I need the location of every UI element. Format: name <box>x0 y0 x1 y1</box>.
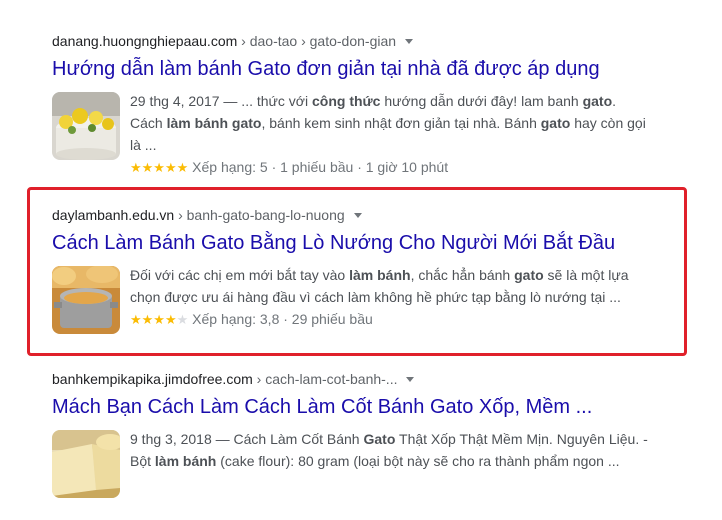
rating-row: ★★★★★ Xếp hạng: 3,8 · 29 phiếu bầu <box>130 308 682 331</box>
result-path: › banh-gato-bang-lo-nuong <box>174 207 345 223</box>
result-snippet: 29 thg 4, 2017 — ... thức với công thức … <box>130 90 682 156</box>
snippet-bold: công thức <box>311 93 381 109</box>
result-thumbnail[interactable] <box>52 92 120 160</box>
snippet-text: hướng dẫn dưới đây! lam banh <box>380 93 583 109</box>
snippet-text: là ... <box>130 137 157 153</box>
snippet-text: , bánh kem sinh nhật đơn giản tại nhà. B… <box>261 115 541 131</box>
snippet-bold: làm bánh <box>349 267 411 283</box>
snippet-text: Cách <box>130 115 167 131</box>
result-thumbnail[interactable] <box>52 430 120 498</box>
snippet-bold: Gato <box>363 431 396 447</box>
rating-stars: ★★★★★ <box>130 312 189 327</box>
result-breadcrumb[interactable]: banhkempikapika.jimdofree.com › cach-lam… <box>52 370 682 388</box>
snippet-text: Đối với các chị em mới bắt tay vào <box>130 267 350 283</box>
snippet-text: , chắc hẳn bánh <box>410 267 515 283</box>
snippet-bold: gato <box>540 115 571 131</box>
snippet-text: sẽ là một lựa <box>543 267 629 283</box>
snippet-bold: làm bánh gato <box>166 115 262 131</box>
snippet-text: 29 thg 4, 2017 — ... thức với <box>130 93 312 109</box>
result-title-link[interactable]: Hướng dẫn làm bánh Gato đơn giản tại nhà… <box>52 56 682 82</box>
snippet-text: Bột <box>130 453 155 469</box>
snippet-text: Thật Xốp Thật Mềm Mịn. Nguyên Liệu. - <box>395 431 648 447</box>
result-snippet: 9 thg 3, 2018 — Cách Làm Cốt Bánh Gato T… <box>130 428 682 472</box>
search-result-1: danang.huongnghiepaau.com › dao-tao › ga… <box>52 32 682 179</box>
result-title-link[interactable]: Cách Làm Bánh Gato Bằng Lò Nướng Cho Ngư… <box>52 230 682 256</box>
result-path: › cach-lam-cot-banh-... <box>252 371 398 387</box>
rating-text: Xếp hạng: 5 · 1 phiếu bầu · 1 giờ 10 phú… <box>192 159 449 175</box>
chevron-down-icon[interactable] <box>353 213 362 218</box>
search-result-3: banhkempikapika.jimdofree.com › cach-lam… <box>52 370 682 498</box>
result-breadcrumb[interactable]: daylambanh.edu.vn › banh-gato-bang-lo-nu… <box>52 206 682 224</box>
snippet-text: . <box>612 93 617 109</box>
snippet-text: chọn được ưu ái hàng đầu vì cách làm khô… <box>130 289 621 305</box>
snippet-bold: làm bánh <box>154 453 217 469</box>
snippet-text: 9 thg 3, 2018 — Cách Làm Cốt Bánh <box>130 431 364 447</box>
result-thumbnail[interactable] <box>52 266 120 334</box>
snippet-text: hay còn gọi <box>570 115 646 131</box>
result-path: › dao-tao › gato-don-gian <box>237 33 397 49</box>
chevron-down-icon[interactable] <box>406 377 415 382</box>
search-result-2: daylambanh.edu.vn › banh-gato-bang-lo-nu… <box>52 206 682 334</box>
result-breadcrumb[interactable]: danang.huongnghiepaau.com › dao-tao › ga… <box>52 32 682 50</box>
result-domain: banhkempikapika.jimdofree.com <box>52 371 253 387</box>
chevron-down-icon[interactable] <box>405 39 414 44</box>
snippet-bold: gato <box>514 267 544 283</box>
rating-stars: ★★★★★ <box>130 160 189 175</box>
rating-row: ★★★★★ Xếp hạng: 5 · 1 phiếu bầu · 1 giờ … <box>130 156 682 179</box>
result-title-link[interactable]: Mách Bạn Cách Làm Cách Làm Cốt Bánh Gato… <box>52 394 682 420</box>
result-domain: daylambanh.edu.vn <box>52 207 175 223</box>
result-domain: danang.huongnghiepaau.com <box>52 33 238 49</box>
result-snippet: Đối với các chị em mới bắt tay vào làm b… <box>130 264 682 308</box>
rating-text: Xếp hạng: 3,8 · 29 phiếu bầu <box>192 311 373 327</box>
snippet-bold: gato <box>582 93 613 109</box>
snippet-text: (cake flour): 80 gram (loại bột này sẽ c… <box>216 453 620 469</box>
